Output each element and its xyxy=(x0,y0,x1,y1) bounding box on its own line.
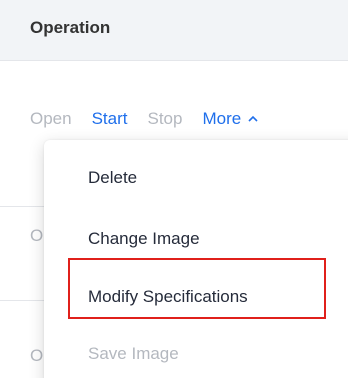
stop-button[interactable]: Stop xyxy=(148,109,183,129)
more-label: More xyxy=(202,109,242,128)
menu-item-change-image[interactable]: Change Image xyxy=(88,229,200,249)
page: Operation Open Start Stop More O O Delet… xyxy=(0,0,348,378)
start-button[interactable]: Start xyxy=(92,109,128,129)
more-button[interactable]: More xyxy=(202,109,259,129)
table-header: Operation xyxy=(0,0,348,61)
menu-item-save-image[interactable]: Save Image xyxy=(88,344,179,364)
operation-column-header: Operation xyxy=(30,18,111,37)
row-action-stub: O xyxy=(30,226,44,245)
row-action-stub: O xyxy=(30,346,44,365)
menu-item-delete[interactable]: Delete xyxy=(88,168,137,188)
menu-item-modify-specifications[interactable]: Modify Specifications xyxy=(88,287,248,307)
more-dropdown-menu: Delete Change Image Modify Specification… xyxy=(44,140,348,378)
chevron-up-icon xyxy=(248,115,258,122)
row-actions: Open Start Stop More xyxy=(30,107,259,131)
open-button[interactable]: Open xyxy=(30,109,72,129)
